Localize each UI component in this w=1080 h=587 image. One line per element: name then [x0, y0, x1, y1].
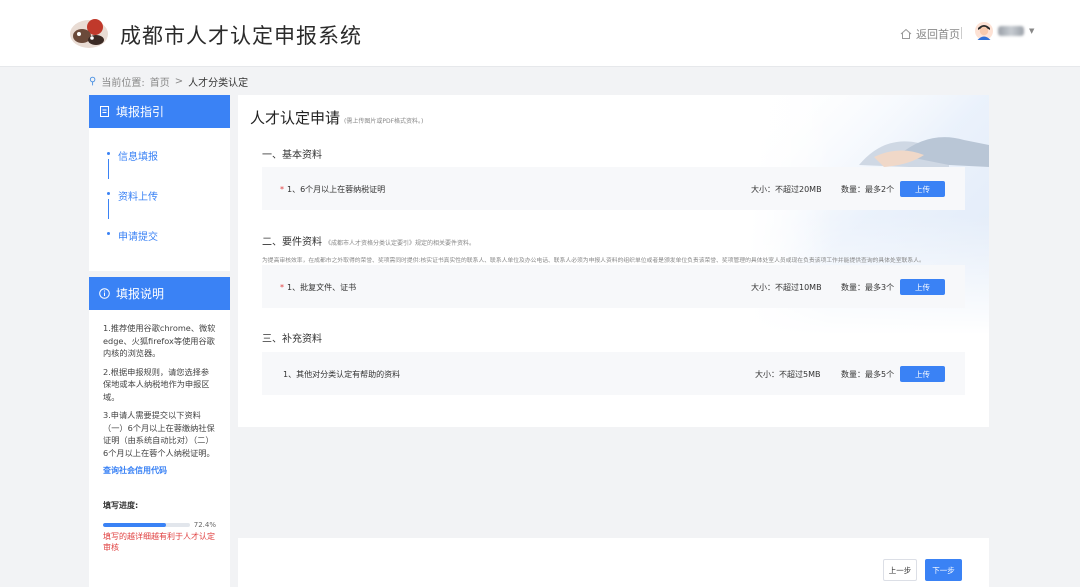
step-list: 信息填报 资料上传 申请提交 [89, 128, 230, 271]
step-submit[interactable]: 申请提交 [107, 228, 230, 268]
upload-item-name: 1、批复文件、证书 [287, 283, 357, 292]
upload-button[interactable]: 上传 [900, 366, 945, 382]
app-header: 成都市人才认定申报系统 返回首页 ▼ [0, 0, 1080, 67]
upload-row: 1、其他对分类认定有帮助的资料 大小：不超过5MB 数量：最多5个 上传 [262, 352, 965, 395]
step-info[interactable]: 信息填报 [107, 148, 230, 188]
page-title: 人才认定申请 (需上传图片或PDF格式资料。) [250, 107, 423, 128]
upload-count-limit: 数量：最多2个 [841, 185, 895, 194]
section-title-basic: 一、基本资料 [262, 150, 322, 161]
app-logo [70, 19, 108, 48]
upload-row: * 1、批复文件、证书 大小：不超过10MB 数量：最多3个 上传 [262, 265, 965, 308]
guide-panel-header: 填报指引 [89, 95, 230, 128]
breadcrumb-separator: > [174, 76, 184, 87]
breadcrumb-current: 人才分类认定 [188, 78, 249, 89]
info-circle-icon [99, 288, 110, 299]
progress-label: 填写进度: [103, 501, 139, 510]
upload-row: * 1、6个月以上在蓉纳税证明 大小：不超过20MB 数量：最多2个 上传 [262, 167, 965, 210]
guide-panel: 填报指引 信息填报 资料上传 申请提交 [89, 95, 230, 271]
note-item: 2.根据申报规则，请您选择参保地或本人纳税地作为申报区域。 [103, 366, 210, 402]
notes-panel-title: 填报说明 [116, 287, 165, 301]
app-title: 成都市人才认定申报系统 [120, 24, 362, 48]
step-connector [108, 159, 109, 179]
section-title-required: 二、要件资料 《成都市人才资格分类认定要引》规定的相关要件资料。 [262, 233, 475, 248]
progress-percent: 72.4% [193, 521, 216, 529]
user-menu[interactable]: ▼ [975, 22, 1034, 40]
upload-row-label: 1、其他对分类认定有帮助的资料 [280, 369, 400, 380]
notes-list: 1.推荐使用谷歌chrome、微软edge、火狐firefox等使用谷歌内核的浏… [89, 310, 230, 459]
breadcrumb-prefix: 当前位置: [101, 78, 145, 89]
notes-panel-header: 填报说明 [89, 277, 230, 310]
avatar [975, 22, 993, 40]
chevron-down-icon: ▼ [1029, 27, 1035, 35]
upload-row-label: * 1、批复文件、证书 [280, 282, 356, 293]
step-label: 信息填报 [118, 152, 158, 163]
upload-size-limit: 大小：不超过20MB [751, 185, 822, 194]
step-label: 资料上传 [118, 192, 158, 203]
application-panel: 人才认定申请 (需上传图片或PDF格式资料。) 一、基本资料 * 1、6个月以上在… [238, 95, 989, 427]
progress-row: 72.4% [89, 521, 230, 529]
breadcrumb-home[interactable]: 首页 [150, 74, 170, 89]
notes-panel: 填报说明 1.推荐使用谷歌chrome、微软edge、火狐firefox等使用谷… [89, 277, 230, 587]
home-link-label: 返回首页 [916, 28, 960, 41]
upload-button[interactable]: 上传 [900, 279, 945, 295]
step-navigation: 上一步 下一步 [238, 538, 989, 587]
upload-count-limit: 数量：最多5个 [841, 370, 895, 379]
step-upload[interactable]: 资料上传 [107, 188, 230, 228]
upload-count-limit: 数量：最多3个 [841, 283, 895, 292]
progress-hint: 填写的越详细越有利于人才认定审核 [103, 532, 215, 552]
section-title-text: 二、要件资料 [262, 237, 322, 248]
home-link[interactable]: 返回首页 [900, 26, 960, 42]
note-item: 1.推荐使用谷歌chrome、微软edge、火狐firefox等使用谷歌内核的浏… [103, 323, 216, 358]
page-title-note: (需上传图片或PDF格式资料。) [344, 118, 424, 125]
required-mark: * [280, 185, 284, 194]
note-item: 3.申请人需要提交以下资料（一）6个月以上在蓉缴纳社保证明（由系统自动比对）（二… [103, 410, 215, 458]
step-connector [108, 199, 109, 219]
document-icon [100, 106, 109, 117]
section-title-note: 《成都市人才资格分类认定要引》规定的相关要件资料。 [325, 240, 476, 247]
step-label: 申请提交 [118, 232, 158, 243]
upload-row-label: * 1、6个月以上在蓉纳税证明 [280, 184, 385, 195]
progress-bar [103, 523, 190, 527]
credit-code-link[interactable]: 查询社会信用代码 [89, 465, 230, 476]
user-name-redacted [998, 26, 1024, 36]
previous-step-button[interactable]: 上一步 [883, 559, 917, 581]
upload-button[interactable]: 上传 [900, 181, 945, 197]
upload-size-limit: 大小：不超过10MB [751, 283, 822, 292]
header-divider [961, 27, 962, 39]
location-pin-icon: ⚲ [89, 76, 97, 87]
upload-item-name: 1、6个月以上在蓉纳税证明 [287, 185, 386, 194]
breadcrumb: ⚲ 当前位置: 首页 > 人才分类认定 [89, 74, 248, 89]
home-icon [900, 28, 912, 39]
guide-panel-title: 填报指引 [116, 105, 165, 119]
sidebar: 填报指引 信息填报 资料上传 申请提交 [89, 95, 230, 271]
section-title-supplementary: 三、补充资料 [262, 334, 322, 345]
required-mark: * [280, 283, 284, 292]
section-description: 为提高审核效率，在成都市之外取得的荣誉、奖项需同时提供:核实证书真实性的联系人、… [262, 258, 925, 264]
progress-bar-fill [103, 523, 166, 527]
upload-item-name: 1、其他对分类认定有帮助的资料 [283, 370, 401, 379]
upload-size-limit: 大小：不超过5MB [755, 370, 821, 379]
page-title-text: 人才认定申请 [250, 109, 341, 127]
next-step-button[interactable]: 下一步 [925, 559, 962, 581]
